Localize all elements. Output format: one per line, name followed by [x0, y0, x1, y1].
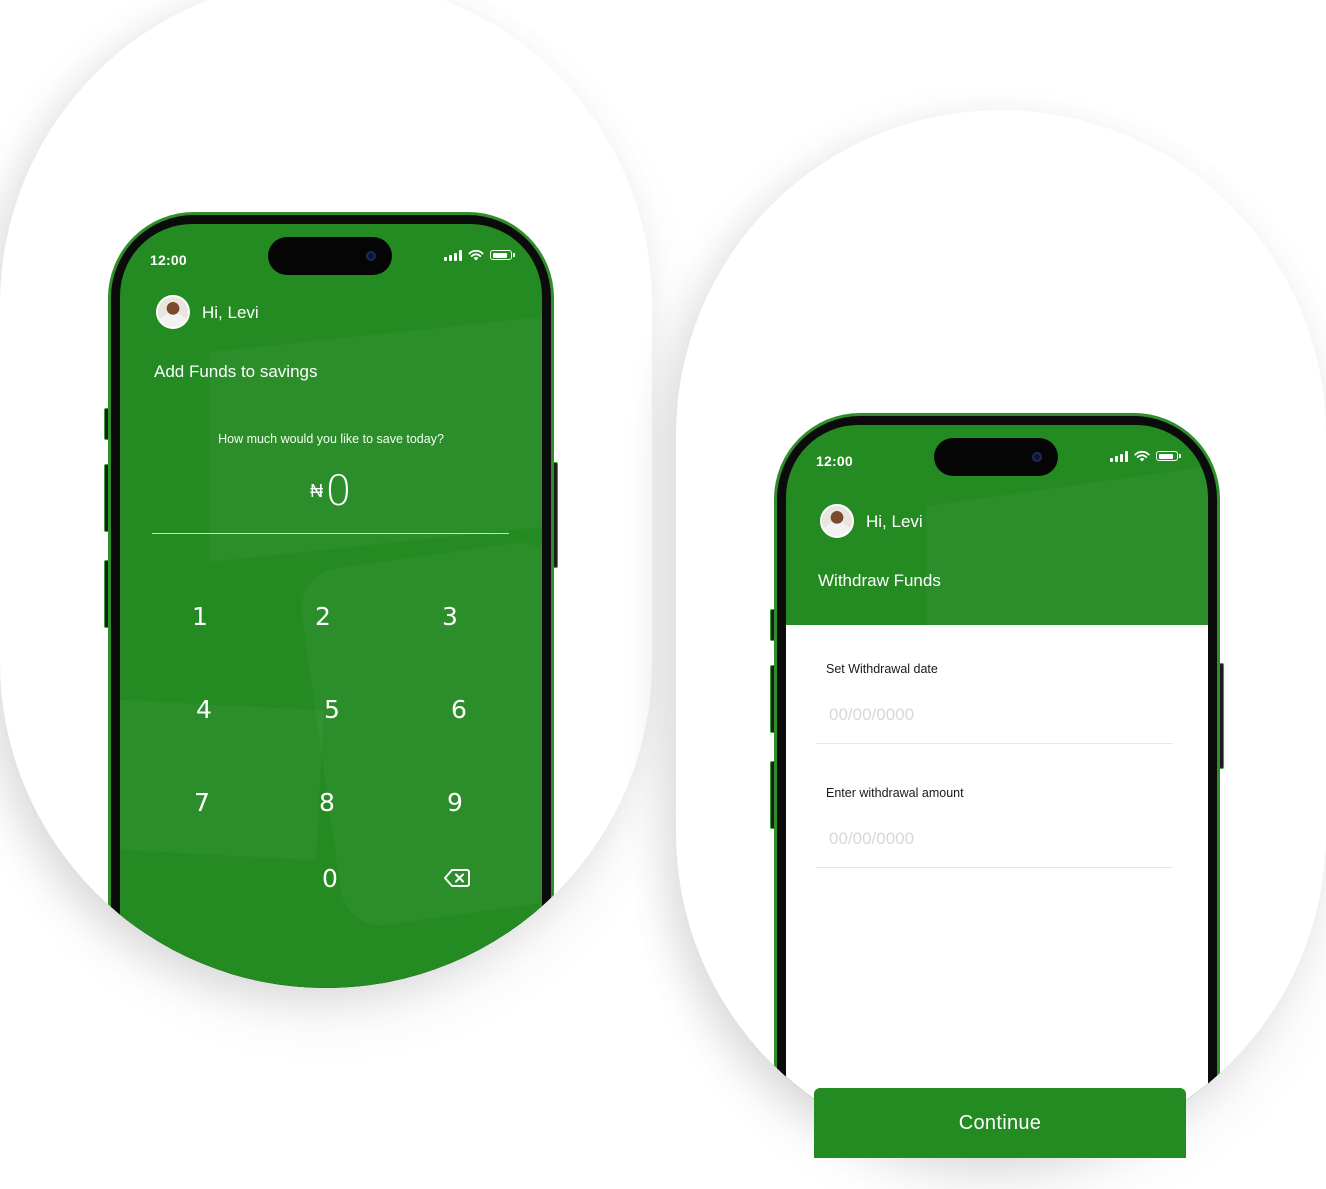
battery-icon	[490, 250, 515, 260]
dynamic-island	[934, 438, 1058, 476]
savings-screen: 12:00 Hi, Levi Add Funds to savings How …	[120, 224, 542, 988]
key-6[interactable]: 6	[439, 695, 479, 724]
page-title: Add Funds to savings	[154, 362, 318, 381]
right-backdrop-pill: 12:00 Hi, Levi Withdraw Funds Set Withdr…	[676, 110, 1326, 1158]
greeting: Hi, Levi	[202, 303, 259, 322]
withdrawal-amount-label: Enter withdrawal amount	[826, 786, 964, 800]
dynamic-island	[268, 237, 392, 275]
page-title: Withdraw Funds	[818, 571, 941, 590]
amount-display: ₦0	[120, 466, 542, 515]
status-icons	[1110, 450, 1181, 462]
battery-icon	[1156, 451, 1181, 461]
save-prompt: How much would you like to save today?	[218, 432, 444, 446]
avatar[interactable]	[156, 295, 190, 329]
signal-icon	[1110, 450, 1128, 462]
date-field-underline	[816, 743, 1173, 744]
avatar[interactable]	[820, 504, 854, 538]
key-4[interactable]: 4	[184, 695, 224, 724]
withdraw-screen: 12:00 Hi, Levi Withdraw Funds Set Withdr…	[786, 425, 1208, 1158]
form-panel: Set Withdrawal date Enter withdrawal amo…	[786, 625, 1208, 1158]
continue-button[interactable]: Continue	[814, 1088, 1186, 1158]
signal-icon	[444, 249, 462, 261]
savings-phone: 12:00 Hi, Levi Add Funds to savings How …	[104, 212, 558, 988]
key-9[interactable]: 9	[435, 788, 475, 817]
key-8[interactable]: 8	[307, 788, 347, 817]
camera-icon	[366, 251, 376, 261]
wifi-icon	[468, 249, 484, 261]
left-backdrop-pill: 12:00 Hi, Levi Add Funds to savings How …	[0, 0, 652, 988]
camera-icon	[1032, 452, 1042, 462]
currency-symbol: ₦	[310, 481, 324, 501]
withdrawal-amount-input[interactable]	[829, 827, 1129, 851]
key-3[interactable]: 3	[430, 602, 470, 631]
status-icons	[444, 249, 515, 261]
status-time: 12:00	[150, 252, 187, 268]
greeting: Hi, Levi	[866, 512, 923, 531]
withdraw-phone: 12:00 Hi, Levi Withdraw Funds Set Withdr…	[770, 413, 1224, 1158]
key-7[interactable]: 7	[182, 788, 222, 817]
wifi-icon	[1134, 450, 1150, 462]
amount-value: 0	[325, 466, 352, 515]
key-2[interactable]: 2	[303, 602, 343, 631]
key-0[interactable]: 0	[310, 864, 350, 893]
amount-divider	[152, 533, 509, 534]
status-time: 12:00	[816, 453, 853, 469]
withdrawal-date-input[interactable]	[829, 703, 1129, 727]
key-1[interactable]: 1	[180, 602, 220, 631]
key-5[interactable]: 5	[312, 695, 352, 724]
amount-field-underline	[816, 867, 1173, 868]
backspace-icon[interactable]	[444, 868, 470, 888]
withdrawal-date-label: Set Withdrawal date	[826, 662, 938, 676]
